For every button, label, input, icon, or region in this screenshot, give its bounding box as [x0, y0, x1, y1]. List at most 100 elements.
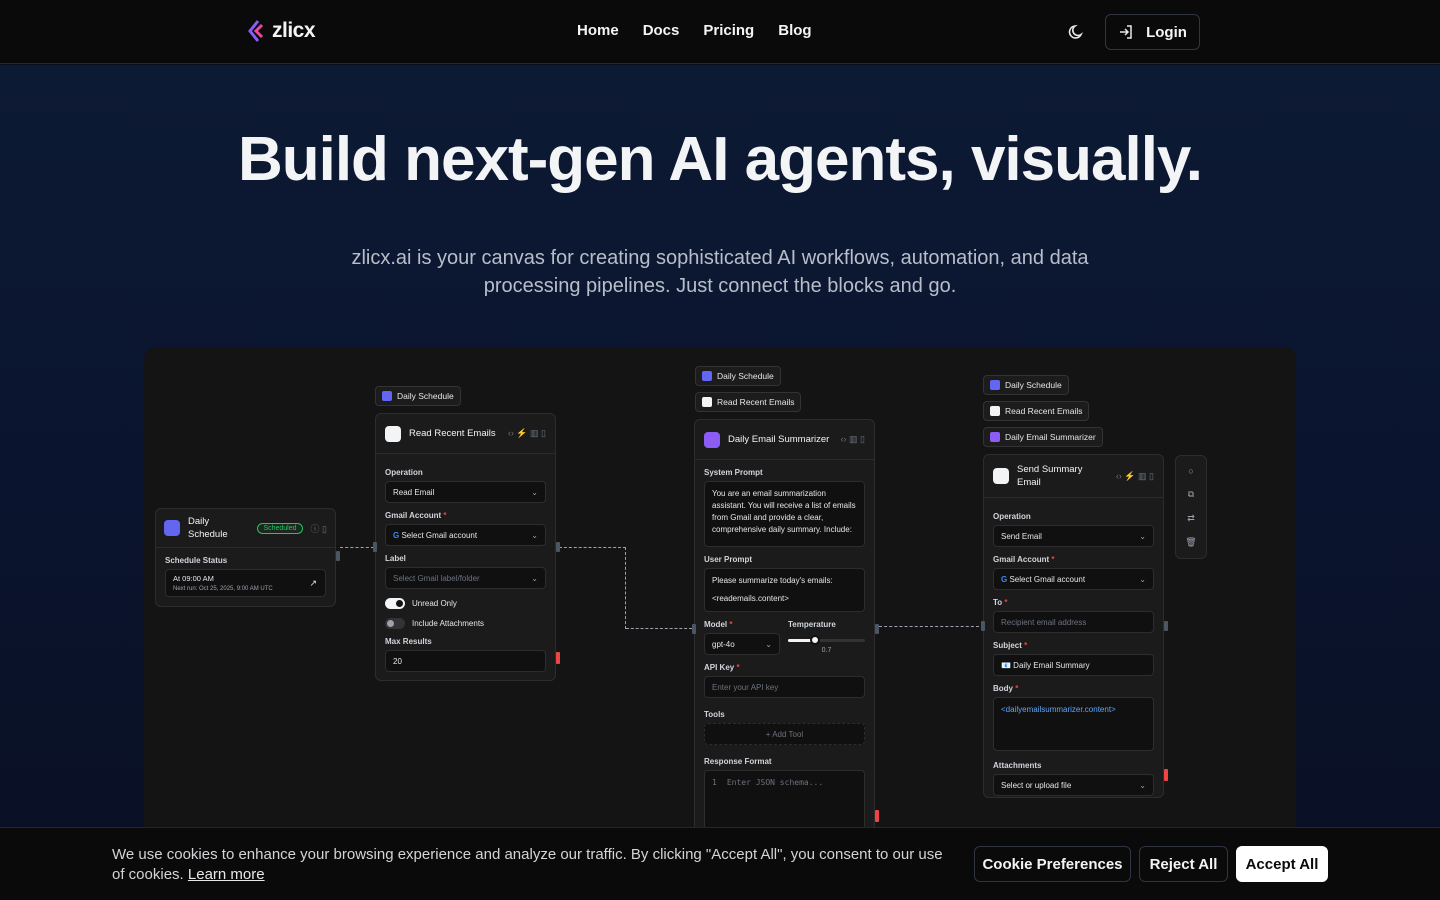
- workflow-canvas[interactable]: Daily Schedule Scheduled ⓘ ▯ Schedule St…: [144, 347, 1296, 900]
- edge-schedule-read: [340, 547, 374, 557]
- dependency-chip: Read Recent Emails: [695, 392, 802, 412]
- robot-icon: [990, 432, 1000, 442]
- field-label: Operation: [385, 468, 423, 477]
- trash-icon[interactable]: 🗑: [1185, 537, 1196, 548]
- logo-text: zlicx: [272, 19, 316, 42]
- main-nav: Home Docs Pricing Blog: [577, 22, 812, 39]
- field-label: User Prompt: [704, 555, 753, 564]
- field-label: API Key *: [704, 663, 740, 672]
- dependency-chip: Read Recent Emails: [983, 401, 1090, 421]
- schedule-node[interactable]: Daily Schedule Scheduled ⓘ ▯ Schedule St…: [155, 508, 340, 607]
- circle-icon[interactable]: ○: [1188, 466, 1193, 476]
- clock-icon: [702, 371, 712, 381]
- edge-read-summarizer: [559, 547, 626, 629]
- attachments-select[interactable]: Select or upload file ⌄: [993, 774, 1154, 796]
- output-handle[interactable]: [875, 624, 879, 634]
- node-actions[interactable]: ‹› ▥ ▯: [841, 434, 865, 445]
- dependency-chip: Daily Schedule: [983, 375, 1069, 395]
- node-actions[interactable]: ⓘ ▯: [311, 522, 327, 535]
- node-actions[interactable]: ‹› ⚡ ▥ ▯: [1116, 471, 1154, 482]
- error-handle[interactable]: [556, 652, 560, 664]
- operation-select[interactable]: Read Email ⌄: [385, 481, 546, 503]
- subject-input[interactable]: 📧 Daily Email Summary: [993, 654, 1154, 676]
- cookie-message: We use cookies to enhance your browsing …: [112, 846, 943, 883]
- dependency-chip: Daily Schedule: [695, 366, 781, 386]
- temperature-value: 0.7: [821, 647, 832, 654]
- toggle-switch[interactable]: [385, 598, 405, 609]
- send-email-node[interactable]: Send Summary Email ‹› ⚡ ▥ ▯ Operation Se…: [981, 454, 1168, 798]
- toggle-switch[interactable]: [385, 618, 405, 629]
- gmail-account-select[interactable]: G Select Gmail account ⌄: [385, 524, 546, 546]
- field-label: Subject *: [993, 641, 1028, 650]
- output-handle[interactable]: [556, 542, 560, 552]
- nav-blog[interactable]: Blog: [778, 22, 811, 39]
- field-label: Tools: [704, 710, 725, 719]
- body-textarea[interactable]: <dailyemailsummarizer.content>: [993, 697, 1154, 751]
- label-select[interactable]: Select Gmail label/folder ⌄: [385, 567, 546, 589]
- field-label: Schedule Status: [165, 556, 228, 565]
- node-title: Daily Email Summarizer: [728, 434, 830, 445]
- input-handle[interactable]: [981, 621, 985, 631]
- input-handle[interactable]: [373, 542, 377, 552]
- max-results-input[interactable]: 20: [385, 650, 546, 672]
- input-handle[interactable]: [692, 624, 696, 634]
- model-select[interactable]: gpt-4o ⌄: [704, 633, 780, 655]
- clock-icon: [990, 380, 1000, 390]
- login-label: Login: [1146, 23, 1187, 41]
- error-handle[interactable]: [875, 810, 879, 822]
- field-label: Gmail Account *: [385, 511, 447, 520]
- api-key-input[interactable]: Enter your API key: [704, 676, 865, 698]
- swap-icon[interactable]: ⇄: [1187, 513, 1195, 524]
- node-title: Read Recent Emails: [409, 428, 496, 439]
- dependency-chip: Daily Schedule: [375, 386, 461, 406]
- gmail-icon: [993, 468, 1009, 484]
- operation-select[interactable]: Send Email ⌄: [993, 525, 1154, 547]
- error-handle[interactable]: [1164, 769, 1168, 781]
- field-label: To *: [993, 598, 1008, 607]
- user-prompt-textarea[interactable]: Please summarize today's emails: <readem…: [704, 568, 865, 612]
- learn-more-link[interactable]: Learn more: [188, 866, 265, 883]
- field-label: Body *: [993, 684, 1019, 693]
- copy-icon[interactable]: ⧉: [1188, 489, 1194, 500]
- field-label: Attachments: [993, 761, 1042, 770]
- gmail-icon: [385, 425, 401, 442]
- system-prompt-textarea[interactable]: You are an email summarization assistant…: [704, 481, 865, 547]
- temperature-slider[interactable]: [788, 635, 865, 645]
- logo-icon: [248, 20, 264, 42]
- robot-icon: [704, 431, 720, 448]
- field-label: Response Format: [704, 757, 772, 766]
- gmail-account-select[interactable]: G Select Gmail account ⌄: [993, 568, 1154, 590]
- unread-only-toggle[interactable]: Unread Only: [385, 598, 546, 609]
- output-handle[interactable]: [1164, 621, 1168, 631]
- nav-home[interactable]: Home: [577, 22, 619, 39]
- reject-all-button[interactable]: Reject All: [1139, 846, 1228, 882]
- field-label: Model *: [704, 620, 733, 629]
- node-toolbar: ○ ⧉ ⇄ 🗑: [1175, 455, 1207, 559]
- top-navbar: zlicx Home Docs Pricing Blog Login: [0, 0, 1440, 64]
- nav-docs[interactable]: Docs: [643, 22, 680, 39]
- field-label: Label: [385, 554, 406, 563]
- field-label: Temperature: [788, 620, 836, 629]
- moon-icon[interactable]: [1066, 21, 1088, 43]
- include-attachments-toggle[interactable]: Include Attachments: [385, 618, 546, 629]
- clock-icon: [382, 391, 392, 401]
- field-label: System Prompt: [704, 468, 763, 477]
- logo[interactable]: zlicx: [246, 19, 316, 43]
- node-actions[interactable]: ‹› ⚡ ▥ ▯: [508, 428, 546, 439]
- cookie-banner: We use cookies to enhance your browsing …: [0, 827, 1440, 900]
- schedule-time: At 09:00 AM: [173, 574, 214, 583]
- cookie-preferences-button[interactable]: Cookie Preferences: [974, 846, 1131, 882]
- read-emails-node[interactable]: Read Recent Emails ‹› ⚡ ▥ ▯ Operation Re…: [373, 413, 560, 681]
- login-button[interactable]: Login: [1105, 14, 1200, 50]
- hero-title: Build next-gen AI agents, visually.: [237, 125, 1203, 194]
- node-title: Send Summary Email: [1017, 464, 1083, 488]
- slider-thumb[interactable]: [809, 635, 820, 645]
- output-handle[interactable]: [336, 551, 340, 561]
- add-tool-button[interactable]: + Add Tool: [704, 723, 865, 745]
- recipient-input[interactable]: Recipient email address: [993, 611, 1154, 633]
- schedule-next-run: Next run: Oct 25, 2025, 9:00 AM UTC: [173, 586, 273, 592]
- nav-pricing[interactable]: Pricing: [703, 22, 754, 39]
- accept-all-button[interactable]: Accept All: [1236, 846, 1328, 882]
- gmail-icon: [990, 406, 1000, 416]
- external-link-icon[interactable]: ↗: [309, 577, 317, 589]
